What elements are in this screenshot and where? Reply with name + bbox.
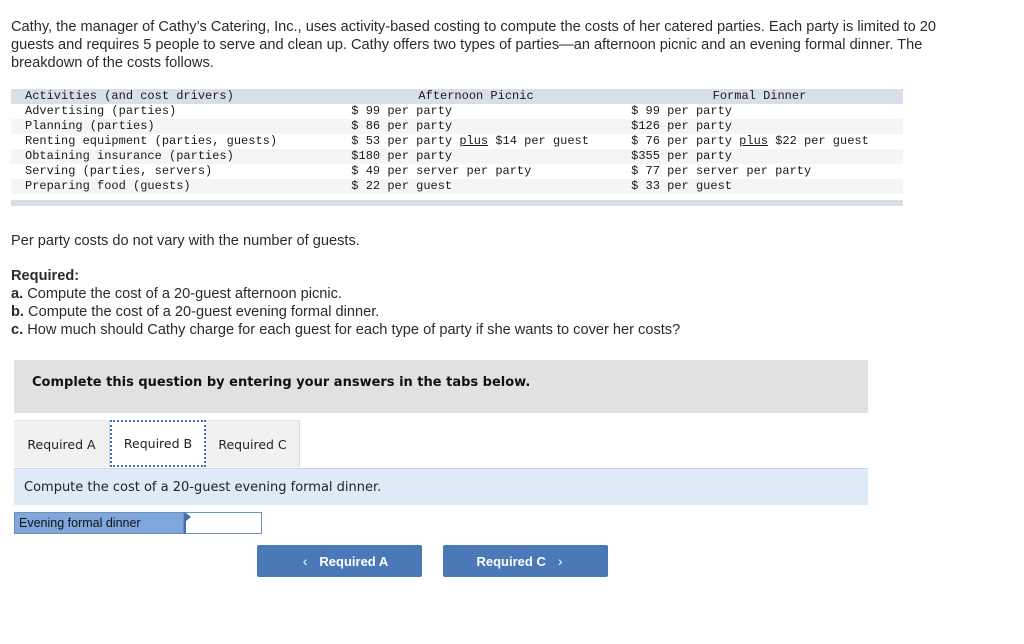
cost-table: Activities (and cost drivers) Afternoon … [11, 89, 903, 206]
table-footer-bar [11, 200, 903, 206]
question-prompt-bar: Compute the cost of a 20-guest evening f… [14, 468, 868, 505]
dinner-cost-cell: $ 77 per server per party [631, 164, 812, 178]
table-row: Obtaining insurance (parties) $180 per pa… [11, 149, 903, 164]
prev-button-label: Required A [319, 553, 389, 569]
question-prompt: Compute the cost of a 20-guest evening f… [24, 480, 382, 495]
table-row: Planning (parties) $ 86 per party $126 per… [11, 119, 903, 134]
activity-cell: Advertising (parties) [25, 104, 177, 118]
chevron-left-icon: ‹ [302, 553, 308, 569]
input-flag-icon [186, 513, 191, 521]
table-row: Preparing food (guests) $ 22 per guest $ 3… [11, 179, 903, 194]
next-button-label: Required C [476, 553, 546, 569]
evening-formal-dinner-input[interactable] [186, 513, 261, 533]
required-tabs: Required A Required B Required C [14, 420, 300, 468]
picnic-cost-cell: $ 86 per party [351, 119, 453, 133]
picnic-cost-cell: $ 53 per party plus $14 per guest [351, 134, 589, 148]
activity-cell: Serving (parties, servers) [25, 164, 213, 178]
header-formal-dinner: Formal Dinner [712, 89, 807, 103]
tab-required-a[interactable]: Required A [14, 420, 110, 467]
table-row: Serving (parties, servers) $ 49 per serve… [11, 164, 903, 179]
prev-required-a-button[interactable]: ‹ Required A [257, 545, 422, 577]
required-item-a: a. Compute the cost of a 20-guest aftern… [11, 286, 342, 302]
required-item-c: c. How much should Cathy charge for each… [11, 322, 681, 338]
picnic-cost-cell: $ 99 per party [351, 104, 453, 118]
answer-row: Evening formal dinner [14, 512, 262, 534]
answer-label: Evening formal dinner [14, 512, 184, 534]
header-activities: Activities (and cost drivers) [25, 89, 234, 103]
picnic-cost-cell: $ 22 per guest [351, 179, 453, 193]
activity-cell: Obtaining insurance (parties) [25, 149, 234, 163]
dinner-cost-cell: $355 per party [631, 149, 732, 163]
tab-required-c[interactable]: Required C [206, 420, 300, 467]
dinner-cost-cell: $126 per party [631, 119, 732, 133]
activity-cell: Planning (parties) [25, 119, 155, 133]
picnic-cost-cell: $180 per party [351, 149, 453, 163]
dinner-cost-cell: $ 99 per party [631, 104, 732, 118]
required-item-b: b. Compute the cost of a 20-guest evenin… [11, 304, 380, 320]
dinner-cost-cell: $ 33 per guest [631, 179, 732, 193]
per-party-note: Per party costs do not vary with the num… [11, 233, 360, 249]
activity-cell: Preparing food (guests) [25, 179, 191, 193]
chevron-right-icon: › [557, 553, 563, 569]
next-required-c-button[interactable]: Required C › [443, 545, 608, 577]
table-row: Advertising (parties) $ 99 per party $ 99 … [11, 104, 903, 119]
table-header-row: Activities (and cost drivers) Afternoon … [11, 89, 903, 104]
answer-input-wrapper[interactable] [184, 512, 262, 534]
table-row: Renting equipment (parties, guests) $ 53 … [11, 134, 903, 149]
instruction-text: Complete this question by entering your … [32, 375, 531, 390]
activity-cell: Renting equipment (parties, guests) [25, 134, 278, 148]
header-afternoon-picnic: Afternoon Picnic [418, 89, 534, 103]
tab-required-b[interactable]: Required B [110, 420, 206, 467]
required-heading: Required: [11, 268, 80, 284]
problem-intro: Cathy, the manager of Cathy’s Catering, … [11, 19, 936, 71]
instruction-box: Complete this question by entering your … [14, 360, 868, 413]
dinner-cost-cell: $ 76 per party plus $22 per guest [631, 134, 869, 148]
picnic-cost-cell: $ 49 per server per party [351, 164, 532, 178]
required-section: Required: a. Compute the cost of a 20-gu… [11, 267, 680, 339]
